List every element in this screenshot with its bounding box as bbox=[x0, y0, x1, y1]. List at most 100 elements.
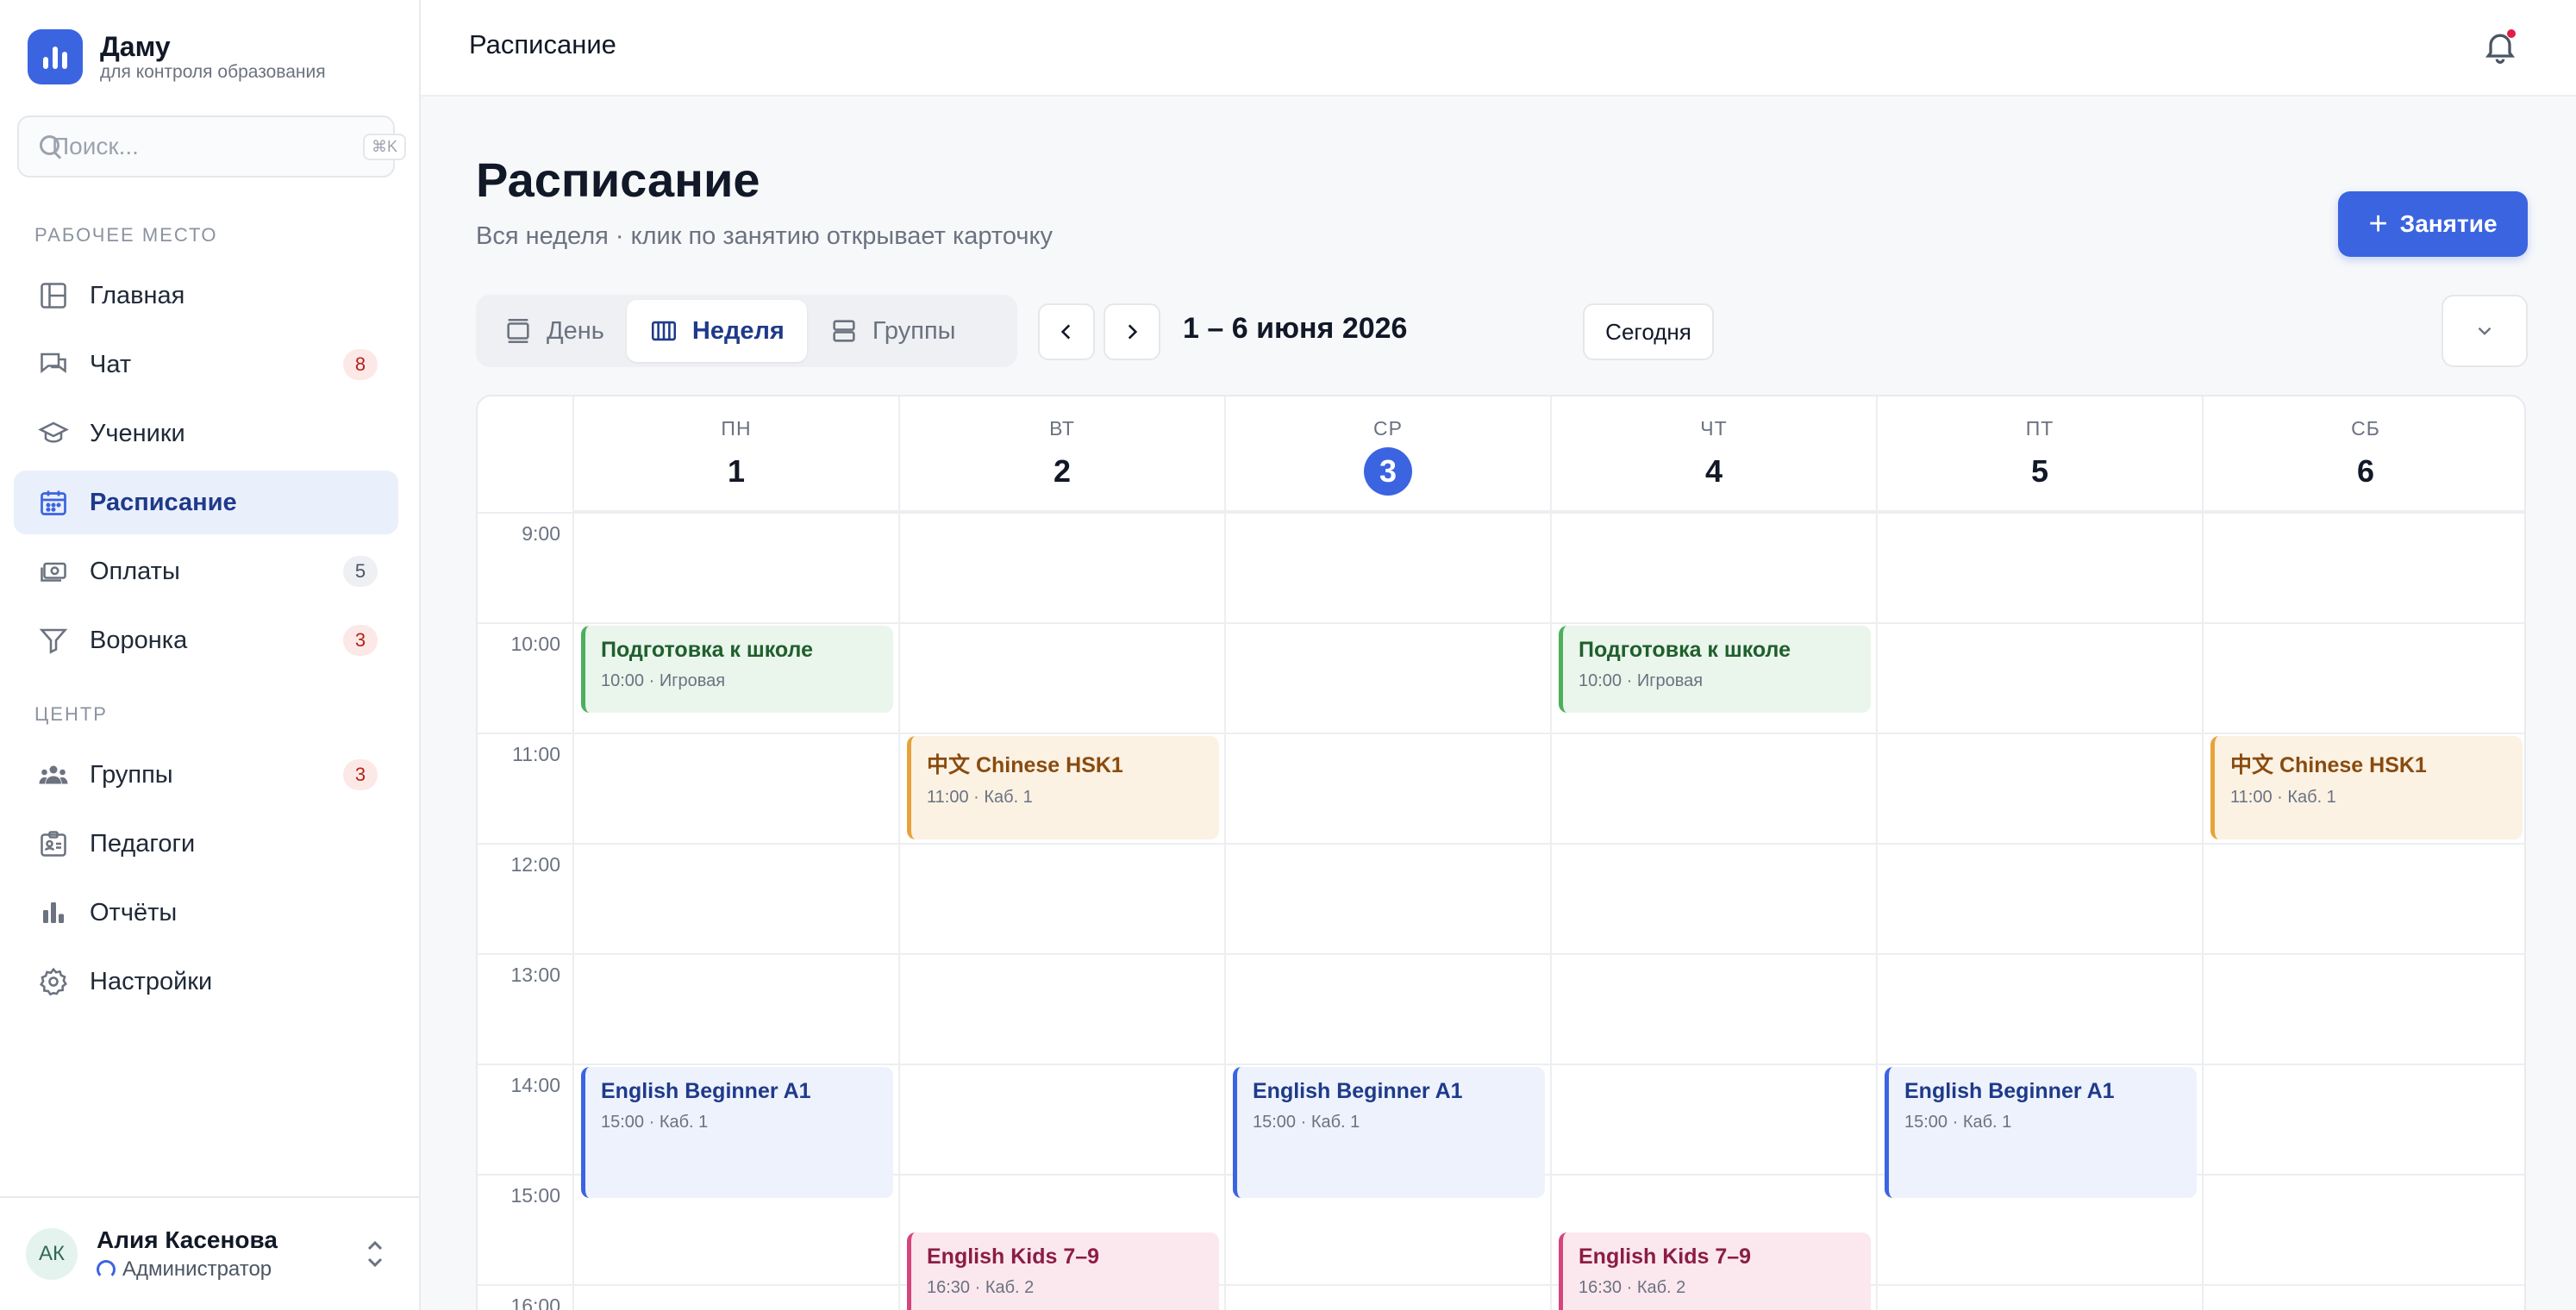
day-date: 2 bbox=[1053, 453, 1072, 489]
lesson-card[interactable]: English Kids 7–9 16:30 · Каб. 2 bbox=[1559, 1232, 1871, 1310]
sidebar-item-settings[interactable]: Настройки bbox=[14, 950, 398, 1014]
prev-week-button[interactable] bbox=[1038, 303, 1095, 360]
lesson-meta: 15:00 · Каб. 1 bbox=[601, 1113, 709, 1132]
day-name: ВТ bbox=[1049, 417, 1075, 440]
chevron-up-down-icon[interactable] bbox=[364, 1237, 386, 1271]
lesson-meta: 15:00 · Каб. 1 bbox=[1253, 1113, 1360, 1132]
add-lesson-label: Занятие bbox=[2399, 210, 2498, 237]
user-name: Алия Касенова bbox=[97, 1226, 278, 1253]
lesson-card[interactable]: 中文 Chinese HSK1 11:00 · Каб. 1 bbox=[2210, 736, 2523, 839]
sidebar: Даму для контроля образования ⌘K РАБОЧЕЕ… bbox=[0, 0, 421, 1310]
day-header[interactable]: ПН 1 bbox=[574, 396, 898, 512]
lesson-card[interactable]: Подготовка к школе 10:00 · Игровая bbox=[581, 626, 893, 713]
users-icon bbox=[36, 758, 71, 792]
tab-week-label: Неделя bbox=[691, 316, 785, 345]
sidebar-item-label: Расписание bbox=[90, 488, 237, 516]
day-header[interactable]: СБ 6 bbox=[2204, 396, 2524, 512]
cash-icon bbox=[36, 554, 71, 589]
lesson-meta: 10:00 · Игровая bbox=[601, 671, 726, 690]
lesson-title: English Beginner A1 bbox=[1253, 1079, 1463, 1103]
sidebar-item-home[interactable]: Главная bbox=[14, 264, 398, 328]
sidebar-item-teachers[interactable]: Педагоги bbox=[14, 812, 398, 876]
lesson-card[interactable]: English Beginner A1 15:00 · Каб. 1 bbox=[1885, 1067, 2197, 1198]
sidebar-item-funnel[interactable]: Воронка 3 bbox=[14, 608, 398, 672]
lesson-card[interactable]: English Beginner A1 15:00 · Каб. 1 bbox=[581, 1067, 893, 1198]
time-label: 15:00 bbox=[510, 1184, 560, 1207]
topbar-title: Расписание bbox=[469, 29, 616, 59]
options-dropdown[interactable] bbox=[2442, 295, 2528, 367]
time-label: 10:00 bbox=[510, 633, 560, 655]
sidebar-item-label: Главная bbox=[90, 281, 185, 309]
sidebar-item-schedule[interactable]: Расписание bbox=[14, 471, 398, 534]
headset-icon bbox=[97, 1260, 116, 1279]
day-date: 4 bbox=[1704, 453, 1723, 489]
week-view-icon bbox=[651, 321, 676, 341]
day-date: 6 bbox=[2356, 453, 2375, 489]
lesson-card[interactable]: English Kids 7–9 16:30 · Каб. 2 bbox=[907, 1232, 1219, 1310]
lesson-card[interactable]: Подготовка к школе 10:00 · Игровая bbox=[1559, 626, 1871, 713]
layout-icon bbox=[36, 278, 71, 313]
time-column: 9:00 10:00 11:00 12:00 13:00 14:00 15:00 16:00 bbox=[478, 396, 574, 1310]
search-shortcut: ⌘K bbox=[363, 133, 407, 160]
tab-day[interactable]: День bbox=[481, 300, 627, 362]
day-date: 1 bbox=[727, 453, 746, 489]
time-label: 16:00 bbox=[510, 1294, 560, 1310]
notification-dot bbox=[2507, 29, 2516, 38]
chevron-right-icon bbox=[1128, 324, 1138, 340]
lesson-meta: 10:00 · Игровая bbox=[1579, 671, 1704, 690]
time-label: 9:00 bbox=[522, 522, 560, 545]
lesson-meta: 16:30 · Каб. 2 bbox=[1579, 1278, 1686, 1297]
day-name: ПТ bbox=[2025, 417, 2054, 440]
add-lesson-button[interactable]: + Занятие bbox=[2338, 191, 2528, 257]
day-column[interactable]: ВТ 2 bbox=[900, 396, 1226, 1310]
tab-groups[interactable]: Группы bbox=[807, 300, 979, 362]
day-header[interactable]: СР 3 bbox=[1226, 396, 1550, 512]
search-input[interactable] bbox=[52, 133, 363, 160]
sidebar-item-reports[interactable]: Отчёты bbox=[14, 881, 398, 945]
sidebar-item-students[interactable]: Ученики bbox=[14, 402, 398, 465]
user-menu[interactable]: АК Алия Касенова Администратор bbox=[0, 1196, 421, 1310]
day-name: СР bbox=[1373, 417, 1403, 440]
plus-icon: + bbox=[2368, 206, 2388, 242]
day-name: ЧТ bbox=[1700, 417, 1728, 440]
chat-badge: 8 bbox=[343, 349, 378, 380]
time-label: 11:00 bbox=[512, 743, 560, 765]
topbar: Расписание bbox=[421, 0, 2576, 97]
day-column[interactable]: ЧТ 4 bbox=[1552, 396, 1878, 1310]
lesson-title: English Kids 7–9 bbox=[927, 1244, 1100, 1269]
tab-groups-label: Группы bbox=[872, 316, 956, 345]
day-name: ПН bbox=[721, 417, 752, 440]
page-subtitle: Вся неделя · клик по занятию открывает к… bbox=[476, 222, 1053, 250]
lesson-title: 中文 Chinese HSK1 bbox=[927, 753, 1123, 777]
sidebar-item-label: Педагоги bbox=[90, 829, 196, 858]
sidebar-item-payments[interactable]: Оплаты 5 bbox=[14, 540, 398, 603]
next-week-button[interactable] bbox=[1104, 303, 1160, 360]
bell-icon[interactable] bbox=[2481, 28, 2519, 66]
today-button[interactable]: Сегодня bbox=[1583, 303, 1714, 360]
sidebar-item-label: Воронка bbox=[90, 626, 188, 654]
gear-icon bbox=[36, 964, 71, 999]
sidebar-item-label: Чат bbox=[90, 350, 132, 378]
sidebar-item-groups[interactable]: Группы 3 bbox=[14, 743, 398, 807]
day-name: СБ bbox=[2351, 417, 2380, 440]
day-header[interactable]: ПТ 5 bbox=[1878, 396, 2202, 512]
lesson-title: English Beginner A1 bbox=[1904, 1079, 2115, 1103]
day-header[interactable]: ЧТ 4 bbox=[1552, 396, 1876, 512]
time-label: 13:00 bbox=[510, 964, 560, 986]
lesson-card[interactable]: English Beginner A1 15:00 · Каб. 1 bbox=[1233, 1067, 1545, 1198]
lesson-card[interactable]: 中文 Chinese HSK1 11:00 · Каб. 1 bbox=[907, 736, 1219, 839]
chat-icon bbox=[36, 347, 71, 382]
section-label-workspace: РАБОЧЕЕ МЕСТО bbox=[34, 224, 218, 246]
tab-week[interactable]: Неделя bbox=[626, 300, 807, 362]
sidebar-item-label: Настройки bbox=[90, 967, 213, 995]
sidebar-item-chat[interactable]: Чат 8 bbox=[14, 333, 398, 396]
graduation-cap-icon bbox=[36, 416, 71, 451]
calendar-icon bbox=[36, 485, 71, 520]
day-header[interactable]: ВТ 2 bbox=[900, 396, 1224, 512]
brand[interactable]: Даму для контроля образования bbox=[28, 29, 326, 84]
sidebar-item-label: Оплаты bbox=[90, 557, 180, 585]
funnel-badge: 3 bbox=[343, 625, 378, 656]
week-calendar: 9:00 10:00 11:00 12:00 13:00 14:00 15:00 16:00 … bbox=[476, 395, 2526, 1310]
day-column[interactable]: СБ 6 bbox=[2204, 396, 2524, 1310]
lesson-title: 中文 Chinese HSK1 bbox=[2230, 753, 2427, 777]
